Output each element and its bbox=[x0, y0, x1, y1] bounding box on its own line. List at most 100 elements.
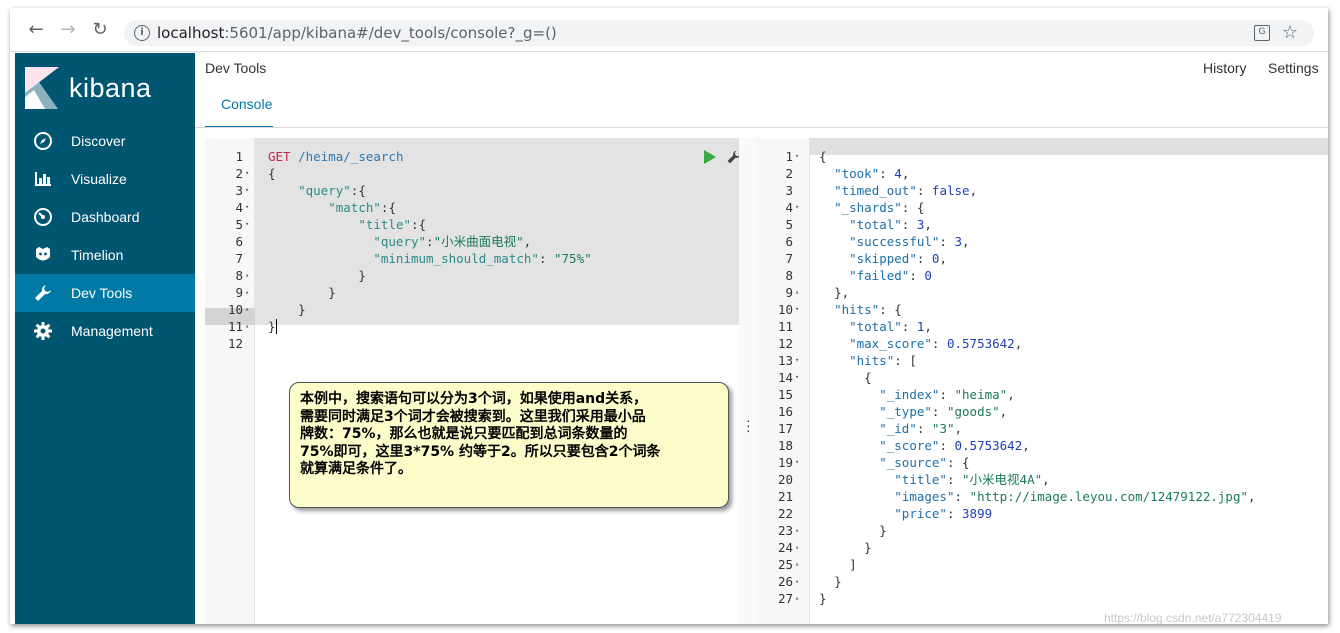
fold-toggle-icon[interactable]: ▴ bbox=[795, 556, 799, 573]
code-line: "_id": "3", bbox=[879, 421, 963, 436]
active-line-highlight bbox=[755, 138, 1328, 155]
line-number: 6 bbox=[785, 234, 793, 249]
code-line[interactable]: "query":"小米曲面电视", bbox=[268, 233, 531, 250]
code-line[interactable]: } bbox=[268, 318, 277, 335]
line-number: 3 bbox=[785, 183, 793, 198]
code-line[interactable]: "match":{ bbox=[268, 199, 396, 216]
address-bar[interactable]: i localhost:5601/app/kibana#/dev_tools/c… bbox=[124, 20, 1314, 46]
history-link[interactable]: History bbox=[1203, 60, 1247, 76]
code-line: "timed_out": false, bbox=[834, 183, 978, 198]
code-line[interactable]: "minimum_should_match": "75%" bbox=[268, 250, 591, 267]
settings-link[interactable]: Settings bbox=[1268, 60, 1319, 76]
browser-window: ← → ↻ i localhost:5601/app/kibana#/dev_t… bbox=[10, 8, 1328, 624]
sidebar-item-dev-tools[interactable]: Dev Tools bbox=[15, 274, 195, 312]
header-divider bbox=[195, 127, 1328, 128]
fold-toggle-icon[interactable]: ▾ bbox=[795, 352, 799, 369]
forward-arrow-icon[interactable]: → bbox=[58, 20, 78, 40]
gauge-icon bbox=[34, 208, 52, 226]
code-line[interactable]: { bbox=[268, 165, 276, 182]
fold-toggle-icon[interactable]: ▾ bbox=[795, 148, 799, 165]
sidebar-item-label: Management bbox=[71, 323, 153, 339]
code-line[interactable]: "title":{ bbox=[268, 216, 426, 233]
back-arrow-icon[interactable]: ← bbox=[26, 20, 46, 40]
timelion-icon bbox=[36, 247, 50, 261]
pane-splitter[interactable] bbox=[739, 138, 755, 624]
info-icon[interactable]: i bbox=[134, 25, 150, 41]
sidebar-nav: Discover Visualize Dashboard Timelion De… bbox=[15, 122, 195, 350]
fold-toggle-icon[interactable]: ▴ bbox=[795, 522, 799, 539]
line-number: 4 bbox=[235, 200, 243, 215]
kibana-sidebar: kibana Discover Visualize Dashboard Time… bbox=[15, 53, 195, 624]
request-editor[interactable]: 1 GET /heima/_search 2 ▾{3 ▾ "query":{4 ▾ "ma… bbox=[205, 138, 739, 624]
code-line[interactable]: } bbox=[268, 284, 336, 301]
sidebar-item-dashboard[interactable]: Dashboard bbox=[15, 198, 195, 236]
sidebar-item-label: Timelion bbox=[71, 247, 124, 263]
line-number: 15 bbox=[777, 387, 793, 402]
code-line[interactable]: } bbox=[268, 301, 306, 318]
fold-toggle-icon[interactable]: ▾ bbox=[795, 369, 799, 386]
line-number: 13 bbox=[777, 353, 793, 368]
fold-toggle-icon[interactable]: ▴ bbox=[795, 539, 799, 556]
fold-toggle-icon[interactable]: ▾ bbox=[245, 165, 249, 182]
code-line: ] bbox=[849, 557, 857, 572]
line-number: 16 bbox=[777, 404, 793, 419]
code-line: "successful": 3, bbox=[849, 234, 970, 249]
resizer-icon[interactable]: · · · bbox=[746, 413, 751, 437]
line-number: 7 bbox=[785, 251, 793, 266]
fold-toggle-icon[interactable]: ▴ bbox=[795, 284, 799, 301]
line-number: 9 bbox=[235, 285, 243, 300]
sidebar-item-discover[interactable]: Discover bbox=[15, 122, 195, 160]
fold-toggle-icon[interactable]: ▾ bbox=[795, 301, 799, 318]
line-number: 2 bbox=[235, 166, 243, 181]
code-line: "hits": [ bbox=[849, 353, 917, 368]
line-number: 17 bbox=[777, 421, 793, 436]
code-line[interactable]: GET /heima/_search bbox=[268, 148, 403, 165]
fold-toggle-icon[interactable]: ▴ bbox=[795, 573, 799, 590]
translate-icon[interactable]: G bbox=[1254, 25, 1270, 41]
fold-toggle-icon[interactable]: ▾ bbox=[245, 182, 249, 199]
fold-toggle-icon[interactable]: ▴ bbox=[245, 284, 249, 301]
line-number: 22 bbox=[777, 506, 793, 521]
sidebar-item-management[interactable]: Management bbox=[15, 312, 195, 350]
reload-icon[interactable]: ↻ bbox=[90, 20, 110, 40]
line-number: 10 bbox=[777, 302, 793, 317]
line-number: 9 bbox=[785, 285, 793, 300]
bookmark-star-icon[interactable]: ☆ bbox=[1282, 22, 1298, 43]
page-title: Dev Tools bbox=[205, 60, 267, 76]
sidebar-item-visualize[interactable]: Visualize bbox=[15, 160, 195, 198]
line-number: 1 bbox=[235, 149, 243, 164]
line-number: 26 bbox=[777, 574, 793, 589]
line-number: 2 bbox=[785, 166, 793, 181]
sidebar-item-label: Visualize bbox=[71, 171, 127, 187]
watermark: https://blog.csdn.net/a772304419 bbox=[1104, 611, 1282, 624]
code-line: "failed": 0 bbox=[849, 268, 932, 283]
line-number: 11 bbox=[227, 319, 243, 334]
code-line: } bbox=[879, 523, 887, 538]
fold-toggle-icon[interactable]: ▴ bbox=[245, 267, 249, 284]
line-number: 7 bbox=[235, 251, 243, 266]
code-line: "max_score": 0.5753642, bbox=[849, 336, 1023, 351]
code-line[interactable]: } bbox=[268, 267, 366, 284]
fold-toggle-icon[interactable]: ▾ bbox=[795, 454, 799, 471]
code-line: } bbox=[819, 591, 827, 606]
url-text[interactable]: localhost:5601/app/kibana#/dev_tools/con… bbox=[157, 24, 557, 42]
line-number: 8 bbox=[785, 268, 793, 283]
sidebar-item-timelion[interactable]: Timelion bbox=[15, 236, 195, 274]
tab-console[interactable]: Console bbox=[205, 88, 273, 128]
fold-toggle-icon[interactable]: ▾ bbox=[795, 199, 799, 216]
wrench-icon bbox=[35, 285, 51, 301]
code-line: "_source": { bbox=[879, 455, 970, 470]
code-line: } bbox=[834, 574, 842, 589]
fold-toggle-icon[interactable]: ▴ bbox=[245, 301, 249, 318]
fold-toggle-icon[interactable]: ▾ bbox=[245, 199, 249, 216]
code-line[interactable]: "query":{ bbox=[268, 182, 366, 199]
line-number: 27 bbox=[777, 591, 793, 606]
kibana-logo[interactable]: kibana bbox=[25, 67, 185, 113]
play-icon[interactable] bbox=[704, 150, 716, 164]
code-line: "price": 3899 bbox=[894, 506, 993, 521]
compass-icon bbox=[34, 132, 52, 150]
logo-text: kibana bbox=[69, 73, 152, 103]
fold-toggle-icon[interactable]: ▾ bbox=[245, 216, 249, 233]
fold-toggle-icon[interactable]: ▴ bbox=[795, 590, 799, 607]
fold-toggle-icon[interactable]: ▴ bbox=[245, 318, 249, 335]
